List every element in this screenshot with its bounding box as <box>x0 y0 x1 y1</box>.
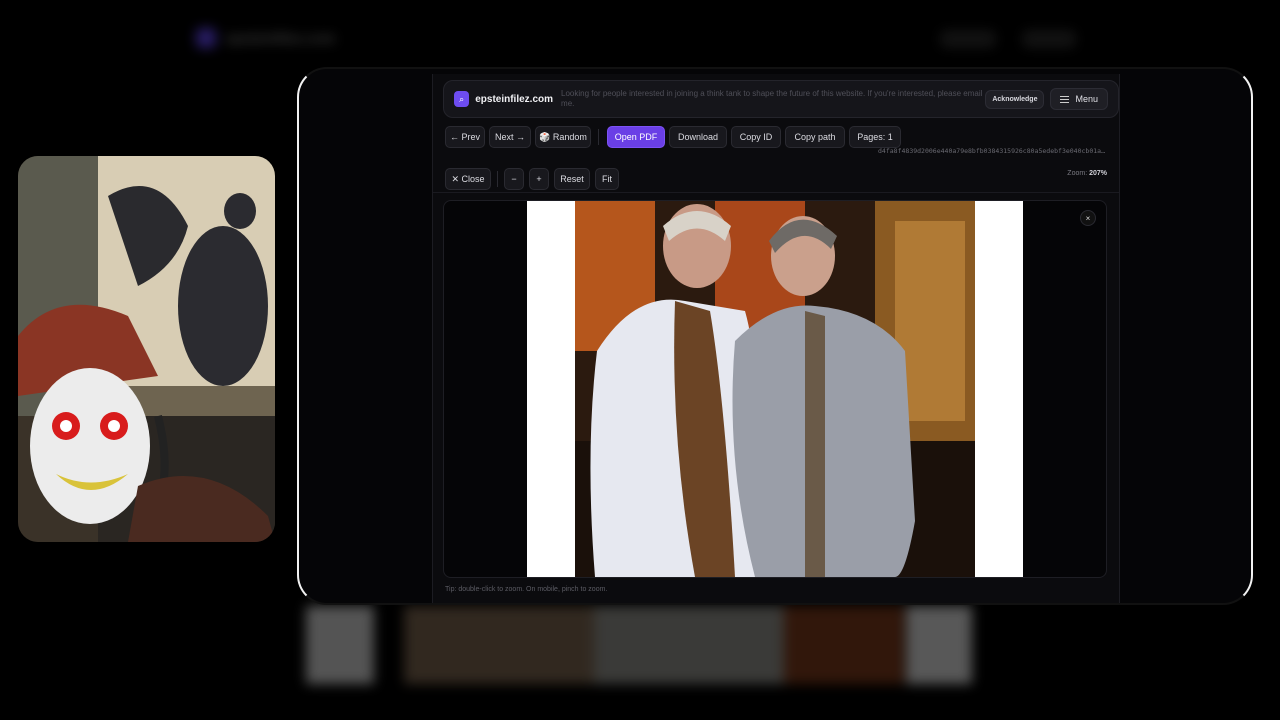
background-thumb <box>784 606 904 684</box>
copy-path-button[interactable]: Copy path <box>785 126 845 148</box>
close-viewer-button[interactable]: ✕ Close <box>445 168 491 190</box>
close-icon[interactable]: × <box>1080 210 1096 226</box>
hamburger-icon <box>1060 95 1070 103</box>
document-hash: d4fa8f4839d2006e440a79e8bfb0384315926c80… <box>878 147 1105 155</box>
random-button[interactable]: 🎲 Random <box>535 126 591 148</box>
zoom-value: 207% <box>1089 170 1107 177</box>
toolbar-rule <box>433 192 1119 193</box>
background-pill <box>940 30 996 48</box>
search-icon[interactable]: ⌕ <box>454 91 470 107</box>
document-photo[interactable] <box>575 201 975 577</box>
zoom-readout: Zoom: 207% <box>1067 170 1107 177</box>
menu-label: Menu <box>1075 94 1098 104</box>
pages-indicator: Pages: 1 <box>849 126 901 148</box>
acknowledge-button[interactable]: Acknowledge <box>985 89 1045 109</box>
prev-button[interactable]: ← Prev <box>445 126 485 148</box>
toolbar-divider <box>497 171 498 187</box>
background-thumb <box>594 606 784 684</box>
document-viewer-modal: ⌕ epsteinfilez.com Looking for people in… <box>432 74 1120 603</box>
background-site-name: epsteinfilez.com <box>226 30 335 46</box>
zoom-prefix: Zoom: <box>1067 170 1088 177</box>
fit-button[interactable]: Fit <box>595 168 619 190</box>
reset-zoom-button[interactable]: Reset <box>554 168 590 190</box>
background-logo <box>196 28 216 48</box>
notice-banner: Looking for people interested in joining… <box>561 89 983 108</box>
webcam-feed <box>18 156 275 542</box>
background-pill <box>1022 30 1076 48</box>
background-thumb <box>306 606 374 684</box>
zoom-in-button[interactable]: + <box>529 168 549 190</box>
menu-button[interactable]: Menu <box>1050 88 1108 110</box>
background-thumb <box>906 606 972 684</box>
copy-id-button[interactable]: Copy ID <box>731 126 781 148</box>
photo-illustration <box>575 201 975 577</box>
page-canvas[interactable]: × <box>443 200 1107 578</box>
site-name[interactable]: epsteinfilez.com <box>475 94 553 105</box>
top-bar: ⌕ epsteinfilez.com Looking for people in… <box>443 80 1119 118</box>
next-button[interactable]: Next → <box>489 126 531 148</box>
zoom-out-button[interactable]: − <box>504 168 524 190</box>
download-button[interactable]: Download <box>669 126 727 148</box>
webcam-overlay <box>18 156 275 542</box>
open-pdf-button[interactable]: Open PDF <box>607 126 665 148</box>
screen-frame: ⌕ epsteinfilez.com Looking for people in… <box>297 67 1253 605</box>
background-thumb <box>404 606 594 684</box>
toolbar-divider <box>598 129 599 145</box>
zoom-tip: Tip: double-click to zoom. On mobile, pi… <box>445 586 608 593</box>
